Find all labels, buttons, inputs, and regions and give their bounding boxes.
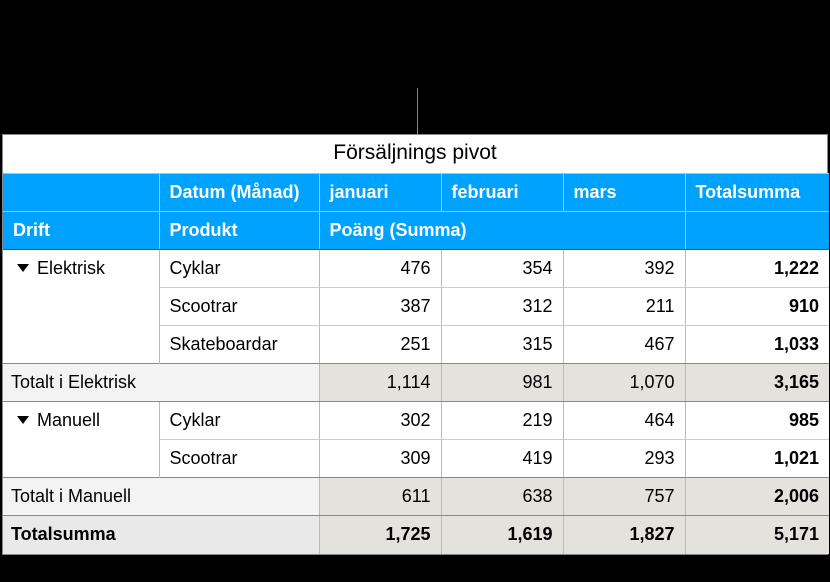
header-row-field-drift[interactable]: Drift [3,212,159,250]
row-total[interactable]: 1,222 [685,250,829,288]
product-label[interactable]: Scootrar [159,288,319,326]
cell-value[interactable]: 387 [319,288,441,326]
row-total[interactable]: 985 [685,402,829,440]
cell-value[interactable]: 392 [563,250,685,288]
cell-value[interactable]: 312 [441,288,563,326]
cell-value[interactable]: 293 [563,440,685,478]
header-blank-total [685,212,829,250]
subtotal-value[interactable]: 757 [563,478,685,516]
callout-line [417,88,418,134]
header-row-fields: Drift Produkt Poäng (Summa) [3,212,829,250]
grand-total-label[interactable]: Totalsumma [3,516,319,554]
cell-value[interactable]: 315 [441,326,563,364]
top-black-region [0,0,830,88]
product-label[interactable]: Cyklar [159,250,319,288]
chevron-down-icon [17,416,29,424]
header-month-jan[interactable]: januari [319,174,441,212]
group-toggle-manuell[interactable]: Manuell [3,402,159,478]
header-month-feb[interactable]: februari [441,174,563,212]
pivot-table: Datum (Månad) januari februari mars Tota… [3,173,829,554]
header-row-field-produkt[interactable]: Produkt [159,212,319,250]
subtotal-value[interactable]: 1,114 [319,364,441,402]
subtotal-value[interactable]: 638 [441,478,563,516]
grand-grand-total[interactable]: 5,171 [685,516,829,554]
subtotal-total[interactable]: 2,006 [685,478,829,516]
subtotal-label[interactable]: Totalt i Manuell [3,478,319,516]
chevron-down-icon [17,264,29,272]
subtotal-value[interactable]: 981 [441,364,563,402]
header-grand-col[interactable]: Totalsumma [685,174,829,212]
row-total[interactable]: 910 [685,288,829,326]
cell-value[interactable]: 467 [563,326,685,364]
header-month-mar[interactable]: mars [563,174,685,212]
product-label[interactable]: Cyklar [159,402,319,440]
grand-total-value[interactable]: 1,619 [441,516,563,554]
table-row: Manuell Cyklar 302 219 464 985 [3,402,829,440]
cell-value[interactable]: 354 [441,250,563,288]
grand-total-row: Totalsumma 1,725 1,619 1,827 5,171 [3,516,829,554]
subtotal-value[interactable]: 1,070 [563,364,685,402]
header-blank [3,174,159,212]
grand-total-value[interactable]: 1,827 [563,516,685,554]
subtotal-value[interactable]: 611 [319,478,441,516]
cell-value[interactable]: 251 [319,326,441,364]
cell-value[interactable]: 464 [563,402,685,440]
cell-value[interactable]: 309 [319,440,441,478]
header-date-field[interactable]: Datum (Månad) [159,174,319,212]
grand-total-value[interactable]: 1,725 [319,516,441,554]
row-total[interactable]: 1,033 [685,326,829,364]
subtotal-total[interactable]: 3,165 [685,364,829,402]
cell-value[interactable]: 419 [441,440,563,478]
table-row: Elektrisk Cyklar 476 354 392 1,222 [3,250,829,288]
group-name: Elektrisk [37,258,105,278]
row-total[interactable]: 1,021 [685,440,829,478]
pivot-table-container: Försäljnings pivot Datum (Månad) januari… [2,134,828,555]
subtotal-row-elektrisk: Totalt i Elektrisk 1,114 981 1,070 3,165 [3,364,829,402]
subtotal-label[interactable]: Totalt i Elektrisk [3,364,319,402]
header-value-field[interactable]: Poäng (Summa) [319,212,685,250]
cell-value[interactable]: 211 [563,288,685,326]
subtotal-row-manuell: Totalt i Manuell 611 638 757 2,006 [3,478,829,516]
header-row-months: Datum (Månad) januari februari mars Tota… [3,174,829,212]
product-label[interactable]: Scootrar [159,440,319,478]
group-name: Manuell [37,410,100,430]
group-toggle-elektrisk[interactable]: Elektrisk [3,250,159,364]
cell-value[interactable]: 302 [319,402,441,440]
cell-value[interactable]: 219 [441,402,563,440]
cell-value[interactable]: 476 [319,250,441,288]
product-label[interactable]: Skateboardar [159,326,319,364]
pivot-title: Försäljnings pivot [3,135,827,173]
